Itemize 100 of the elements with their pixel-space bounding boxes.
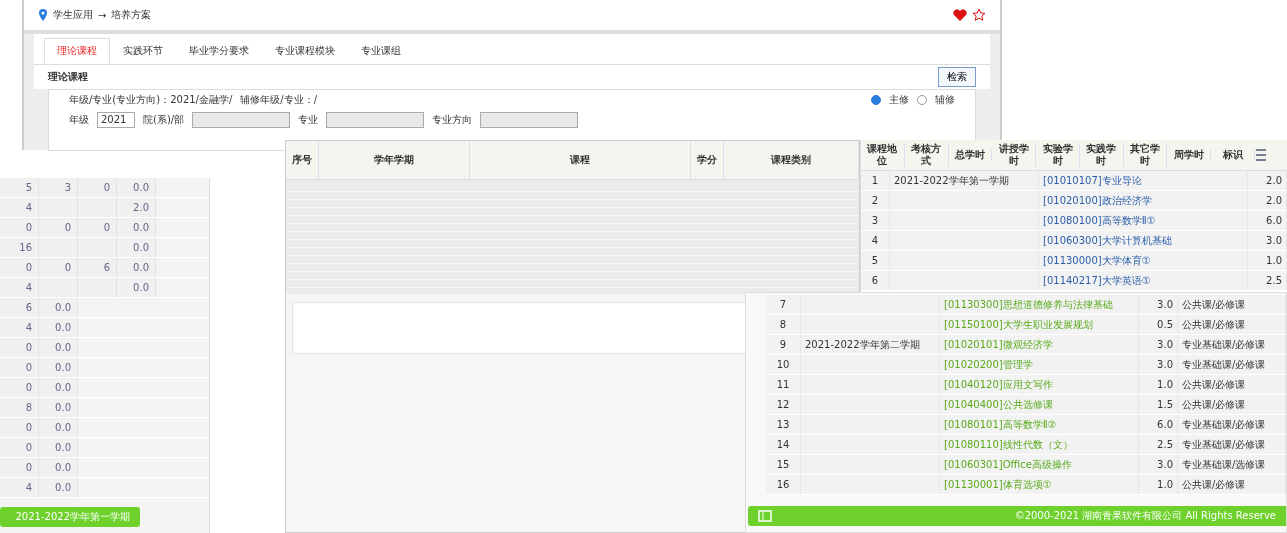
table-cell: 8 [0, 398, 39, 417]
column-header: 考核方式 [904, 143, 949, 167]
search-button[interactable]: 检索 [938, 67, 976, 87]
table-cell: 3 [39, 178, 78, 197]
table-cell: 5 [0, 178, 39, 197]
table-cell [39, 238, 78, 257]
table-cell: 0.0 [39, 298, 78, 317]
filter-label: 院(系)/部 [143, 113, 185, 127]
course-link[interactable]: [01060300]大学计算机基础 [1039, 231, 1248, 250]
table-cell: 6.0 [1248, 211, 1287, 230]
course-link[interactable]: [01130000]大学体育① [1039, 251, 1248, 270]
table-cell: 0 [0, 378, 39, 397]
table-cell: 0.0 [39, 358, 78, 377]
table-cell: 0.0 [39, 378, 78, 397]
table-cell: 专业基础课/必修课 [1178, 335, 1286, 354]
table-cell: 2.0 [1248, 171, 1287, 190]
table-cell: 0 [0, 458, 39, 477]
menu-icon[interactable] [1255, 148, 1268, 162]
tab[interactable]: 理论课程 [44, 38, 110, 64]
table-cell: 3 [861, 211, 890, 230]
table-cell: 14 [766, 435, 801, 454]
filter-label: 专业 [298, 113, 319, 127]
table-cell: 6 [861, 271, 890, 290]
tab[interactable]: 毕业学分要求 [176, 38, 262, 64]
table-cell: 13 [766, 415, 801, 434]
column-header: 学分 [691, 141, 724, 179]
course-link[interactable]: [01010107]专业导论 [1039, 171, 1248, 190]
table-cell: 2.0 [1248, 191, 1287, 210]
table-cell: 0.5 [1139, 315, 1178, 334]
filter-label: 专业方向 [432, 113, 473, 127]
column-header: 周学时 [1167, 149, 1212, 161]
tab[interactable]: 实践环节 [110, 38, 176, 64]
table-cell: 7 [766, 295, 801, 314]
table-cell: 公共课/必修课 [1178, 295, 1286, 314]
table-cell: 0 [0, 418, 39, 437]
star-icon[interactable] [972, 8, 986, 22]
table-cell: 6 [78, 258, 117, 277]
table-cell: 4 [0, 198, 39, 217]
breadcrumb-current: 培养方案 [111, 8, 152, 22]
table-cell: 0 [0, 258, 39, 277]
course-link[interactable]: [01020100]政治经济学 [1039, 191, 1248, 210]
table-cell [78, 238, 117, 257]
select-field[interactable] [192, 112, 291, 128]
heart-icon[interactable] [953, 9, 967, 21]
table-cell [39, 198, 78, 217]
radio-label: 辅修 [935, 93, 955, 107]
table-cell: 3.0 [1248, 231, 1287, 250]
table-cell: 0.0 [117, 238, 156, 257]
column-header: 学年学期 [319, 141, 470, 179]
table-cell: 专业基础课/必修课 [1178, 415, 1286, 434]
table-cell: 0.0 [117, 278, 156, 297]
location-pin-icon [38, 9, 48, 21]
column-header: 讲授学时 [992, 143, 1037, 167]
radio-button[interactable] [871, 95, 881, 105]
select-field[interactable]: 2021 [97, 112, 135, 128]
grid-icon [758, 510, 772, 522]
select-field[interactable] [480, 112, 579, 128]
table-cell: 3.0 [1139, 335, 1178, 354]
table-cell [78, 278, 117, 297]
table-cell: 2021-2022学年第二学期 [801, 335, 940, 354]
select-field[interactable] [326, 112, 425, 128]
tab[interactable]: 专业课组 [348, 38, 414, 64]
table-cell: 10 [766, 355, 801, 374]
course-link[interactable]: [01080100]高等数学Ⅱ① [1039, 211, 1248, 230]
course-link[interactable]: [01140217]大学英语① [1039, 271, 1248, 290]
table-cell: 0.0 [39, 398, 78, 417]
table-cell [39, 278, 78, 297]
table-cell: 0 [0, 218, 39, 237]
column-header: 标识 [1211, 149, 1256, 161]
table-cell: 16 [766, 475, 801, 494]
breadcrumb-link[interactable]: 学生应用 [53, 8, 93, 22]
table-cell: 0.0 [39, 418, 78, 437]
table-cell: 0 [39, 258, 78, 277]
column-header: 实践学时 [1079, 143, 1124, 167]
table-cell: 2.5 [1248, 271, 1287, 290]
footer-text: 2021-2022学年第一学期 [15, 510, 130, 524]
table-cell: 0 [0, 358, 39, 377]
table-cell: 0.0 [117, 258, 156, 277]
table-cell: 专业基础课/选修课 [1178, 455, 1286, 474]
table-cell: 12 [766, 395, 801, 414]
table-cell: 11 [766, 375, 801, 394]
table-cell: 专业基础课/必修课 [1178, 355, 1286, 374]
tab[interactable]: 专业课程模块 [262, 38, 348, 64]
table-cell: 公共课/必修课 [1178, 375, 1286, 394]
table-cell: 1 [861, 171, 890, 190]
column-header: 实验学时 [1036, 143, 1080, 167]
table-cell: 0.0 [39, 318, 78, 337]
table-cell: 2.0 [117, 198, 156, 217]
table-cell: 6.0 [1139, 415, 1178, 434]
table-cell: 4 [0, 278, 39, 297]
column-header: 其它学时 [1123, 143, 1168, 167]
table-cell: 2021-2022学年第一学期 [890, 171, 1039, 190]
table-cell: 1.5 [1139, 395, 1178, 414]
filter-label: 年级 [69, 113, 89, 127]
table-cell: 9 [766, 335, 801, 354]
table-cell: 1.0 [1248, 251, 1287, 270]
table-cell: 3.0 [1139, 455, 1178, 474]
table-cell: 3.0 [1139, 355, 1178, 374]
table-cell: 2 [861, 191, 890, 210]
table-cell: 0.0 [117, 218, 156, 237]
